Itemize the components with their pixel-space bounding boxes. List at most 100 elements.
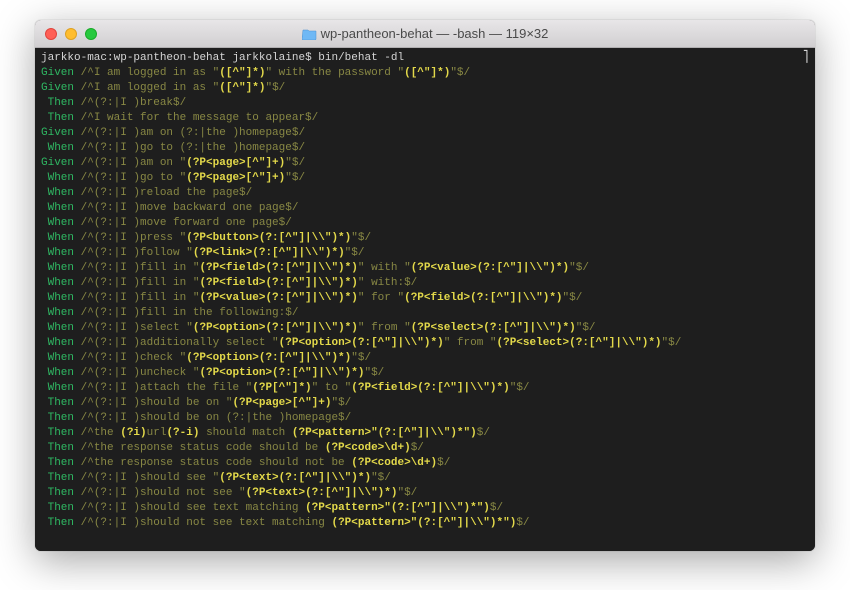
output-line: When /^(?:|I )select "(?P<option>(?:[^"]… (41, 321, 809, 336)
output-line: Then /^(?:|I )should see "(?P<text>(?:[^… (41, 471, 809, 486)
output-line: Then /^(?:|I )break$/ (41, 96, 809, 111)
regex-capture: (?P<code>\d+) (325, 442, 411, 454)
output-line: When /^(?:|I )go to (?:|the )homepage$/ (41, 141, 809, 156)
output-line: Then /^the (?i)url(?-i) should match (?P… (41, 426, 809, 441)
output-line: Given /^I am logged in as "([^"]*)"$/ (41, 81, 809, 96)
regex-capture: (?P<option>(?:[^"]|\\")*) (186, 352, 351, 364)
regex-text: /^(?:|I )reload the page$/ (74, 187, 252, 199)
regex-text: /^(?:|I )should be on " (74, 397, 232, 409)
regex-capture: (?P[^"]*) (252, 382, 311, 394)
regex-text: " with:$/ (358, 277, 417, 289)
regex-text: /^(?:|I )check " (74, 352, 186, 364)
regex-text: should match (199, 427, 291, 439)
step-keyword: When (41, 307, 74, 319)
output-line: When /^(?:|I )reload the page$/ (41, 186, 809, 201)
regex-text: "$/ (450, 67, 470, 79)
regex-text: /^(?:|I )should see " (74, 472, 219, 484)
regex-text: "$/ (569, 262, 589, 274)
title-text: wp-pantheon-behat — -bash — 119×32 (321, 26, 549, 41)
output-line: When /^(?:|I )check "(?P<option>(?:[^"]|… (41, 351, 809, 366)
step-keyword: When (41, 247, 74, 259)
regex-text: /^(?:|I )press " (74, 232, 186, 244)
regex-text: /^(?:|I )am on (?:|the )homepage$/ (74, 127, 305, 139)
regex-capture: (?P<pattern>"(?:[^"]|\\")*") (305, 502, 490, 514)
terminal-body[interactable]: ⎤ jarkko-mac:wp-pantheon-behat jarkkolai… (35, 48, 815, 551)
regex-text: "$/ (285, 157, 305, 169)
regex-text: /^the response status code should be (74, 442, 325, 454)
prompt-host: jarkko-mac (41, 52, 107, 64)
regex-capture: (?i) (120, 427, 146, 439)
regex-capture: (?P<field>(?:[^"]|\\")*) (351, 382, 509, 394)
step-keyword: Given (41, 82, 74, 94)
step-keyword: Then (41, 457, 74, 469)
regex-text: /^(?:|I )should see text matching (74, 502, 305, 514)
output-line: Then /^I wait for the message to appear$… (41, 111, 809, 126)
regex-text: "$/ (510, 382, 530, 394)
regex-text: /^(?:|I )should not see text matching (74, 517, 331, 529)
regex-capture: (?P<text>(?:[^"]|\\")*) (246, 487, 398, 499)
step-keyword: Given (41, 67, 74, 79)
regex-text: /^(?:|I )should be on (?:|the )homepage$… (74, 412, 351, 424)
step-keyword: When (41, 232, 74, 244)
regex-text: "$/ (351, 232, 371, 244)
regex-text: /^the (74, 427, 120, 439)
step-keyword: When (41, 292, 74, 304)
output-line: When /^(?:|I )fill in the following:$/ (41, 306, 809, 321)
regex-text: "$/ (662, 337, 682, 349)
output-line: Then /^the response status code should b… (41, 441, 809, 456)
output-line: When /^(?:|I )go to "(?P<page>[^"]+)"$/ (41, 171, 809, 186)
step-keyword: Then (41, 427, 74, 439)
step-keyword: When (41, 262, 74, 274)
regex-text: /^I wait for the message to appear$/ (74, 112, 318, 124)
prompt-line: jarkko-mac:wp-pantheon-behat jarkkolaine… (41, 51, 809, 66)
regex-capture: (?P<option>(?:[^"]|\\")*) (193, 322, 358, 334)
prompt-dir: wp-pantheon-behat (114, 52, 226, 64)
regex-text: "$/ (576, 322, 596, 334)
output-line: When /^(?:|I )move backward one page$/ (41, 201, 809, 216)
output-line: When /^(?:|I )uncheck "(?P<option>(?:[^"… (41, 366, 809, 381)
output-line: When /^(?:|I )fill in "(?P<field>(?:[^"]… (41, 261, 809, 276)
prompt-user: jarkkolaine (232, 52, 305, 64)
regex-capture: (?P<value>(?:[^"]|\\")*) (199, 292, 357, 304)
output-line: When /^(?:|I )attach the file "(?P[^"]*)… (41, 381, 809, 396)
regex-text: "$/ (563, 292, 583, 304)
terminal-output: Given /^I am logged in as "([^"]*)" with… (41, 66, 809, 531)
regex-capture: (?P<button>(?:[^"]|\\")*) (186, 232, 351, 244)
regex-text: /^(?:|I )go to " (74, 172, 186, 184)
output-line: Then /^(?:|I )should not see text matchi… (41, 516, 809, 531)
regex-capture: ([^"]*) (404, 67, 450, 79)
step-keyword: When (41, 337, 74, 349)
regex-text: /^(?:|I )fill in " (74, 262, 199, 274)
step-keyword: Given (41, 127, 74, 139)
regex-capture: (?P<field>(?:[^"]|\\")*) (199, 262, 357, 274)
step-keyword: When (41, 187, 74, 199)
output-line: Then /^the response status code should n… (41, 456, 809, 471)
regex-text: "$/ (331, 397, 351, 409)
step-keyword: Then (41, 487, 74, 499)
regex-capture: (?P<link>(?:[^"]|\\")*) (193, 247, 345, 259)
regex-text: /^the response status code should not be (74, 457, 351, 469)
regex-text: "$/ (397, 487, 417, 499)
regex-capture: ([^"]*) (219, 67, 265, 79)
regex-text: " with the password " (265, 67, 404, 79)
step-keyword: When (41, 142, 74, 154)
folder-icon (302, 28, 317, 40)
regex-text: /^(?:|I )additionally select " (74, 337, 279, 349)
regex-text: /^I am logged in as " (74, 82, 219, 94)
regex-text: /^(?:|I )should not see " (74, 487, 246, 499)
step-keyword: When (41, 367, 74, 379)
regex-text: /^(?:|I )fill in " (74, 292, 199, 304)
output-line: When /^(?:|I )fill in "(?P<value>(?:[^"]… (41, 291, 809, 306)
step-keyword: Then (41, 397, 74, 409)
step-keyword: Then (41, 412, 74, 424)
regex-text: $/ (516, 517, 529, 529)
step-keyword: Then (41, 112, 74, 124)
scroll-bracket-top: ⎤ (802, 51, 809, 66)
step-keyword: When (41, 322, 74, 334)
regex-text: /^(?:|I )attach the file " (74, 382, 252, 394)
step-keyword: When (41, 217, 74, 229)
step-keyword: When (41, 277, 74, 289)
output-line: Then /^(?:|I )should be on (?:|the )home… (41, 411, 809, 426)
regex-capture: (?P<pattern>"(?:[^"]|\\")*") (331, 517, 516, 529)
regex-text: "$/ (351, 352, 371, 364)
